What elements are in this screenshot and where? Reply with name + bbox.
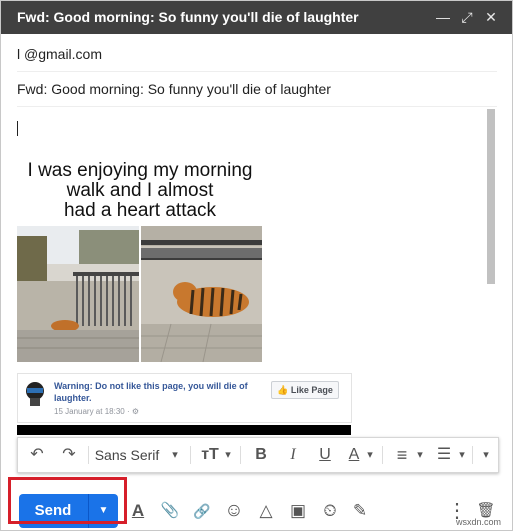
chevron-down-icon[interactable]: ▾ — [222, 438, 234, 472]
page-avatar — [22, 380, 48, 406]
toolbar-divider — [190, 446, 191, 464]
chevron-down-icon[interactable]: ▾ — [364, 438, 376, 472]
confidential-mode-icon[interactable]: ⏲ — [317, 494, 343, 528]
compose-title: Fwd: Good morning: So funny you'll die o… — [17, 9, 359, 25]
chevron-down-icon[interactable]: ▾ — [456, 438, 468, 472]
compose-titlebar[interactable]: Fwd: Good morning: So funny you'll die o… — [1, 1, 512, 34]
drive-icon[interactable]: △ — [253, 494, 279, 528]
formatting-toolbar: ↶ ↷ Sans Serif ▾ ᴛT ▾ B I U A ▾ ≡ ▾ ☰ ▾ … — [17, 437, 499, 473]
scrollbar-thumb[interactable] — [487, 109, 495, 284]
fb-post-title-link[interactable]: Warning: Do not like this page, you will… — [54, 380, 264, 404]
chevron-down-icon[interactable]: ▾ — [414, 438, 426, 472]
photo-icon[interactable]: ▣ — [285, 494, 311, 528]
meme-photo-left — [17, 226, 139, 362]
fb-post-date: 15 January at 18:30 · ⚙ — [54, 407, 139, 416]
text-size-icon[interactable]: ᴛT — [198, 438, 222, 472]
to-field-value: l @gmail.com — [17, 46, 103, 62]
subject-field-value: Fwd: Good morning: So funny you'll die o… — [17, 81, 331, 97]
redo-icon[interactable]: ↷ — [56, 438, 82, 472]
emoji-icon[interactable]: ☺ — [221, 494, 247, 528]
to-field[interactable]: l @gmail.com — [17, 37, 497, 72]
toolbar-divider — [472, 446, 473, 464]
subject-field[interactable]: Fwd: Good morning: So funny you'll die o… — [17, 72, 497, 107]
watermark: wsxdn.com — [456, 517, 502, 527]
signature-icon[interactable]: ✎ — [347, 494, 373, 528]
undo-icon[interactable]: ↶ — [24, 438, 50, 472]
meme-caption-line: I was enjoying my morning — [27, 160, 253, 181]
toolbar-divider — [382, 446, 383, 464]
numbered-list-icon[interactable]: ☰ — [432, 438, 456, 472]
font-family-select[interactable]: Sans Serif — [94, 438, 160, 472]
attach-icon[interactable]: 📎 — [157, 494, 183, 528]
expand-icon[interactable]: ⤢ — [458, 7, 476, 27]
like-page-button[interactable]: 👍 Like Page — [271, 381, 339, 399]
more-formatting-icon[interactable]: ▾ — [476, 438, 496, 472]
body-scrollbar[interactable] — [486, 109, 496, 289]
bold-button[interactable]: B — [248, 438, 274, 472]
close-icon[interactable]: ✕ — [482, 7, 500, 27]
meme-caption-line: walk and I almost — [66, 180, 214, 201]
text-color-button[interactable]: A — [344, 438, 364, 472]
toolbar-divider — [88, 446, 89, 464]
compose-window: Fwd: Good morning: So funny you'll die o… — [0, 0, 513, 531]
meme-photo-right — [141, 226, 262, 362]
italic-button[interactable]: I — [280, 438, 306, 472]
meme-caption: I was enjoying my morning walk and I alm… — [17, 161, 263, 221]
chevron-down-icon[interactable]: ▾ — [168, 438, 182, 472]
formatting-options-icon[interactable]: A — [125, 494, 151, 528]
align-icon[interactable]: ≡ — [390, 438, 414, 472]
meme-caption-line: had a heart attack — [63, 200, 217, 221]
underline-button[interactable]: U — [312, 438, 338, 472]
highlight-box — [8, 477, 127, 524]
embedded-media-strip — [17, 425, 351, 435]
facebook-post-card: Warning: Do not like this page, you will… — [17, 373, 352, 423]
link-icon[interactable]: 🔗 — [189, 494, 215, 528]
minimize-icon[interactable]: — — [434, 7, 452, 27]
toolbar-divider — [240, 446, 241, 464]
text-cursor — [17, 121, 18, 136]
message-body[interactable]: I was enjoying my morning walk and I alm… — [17, 109, 485, 481]
